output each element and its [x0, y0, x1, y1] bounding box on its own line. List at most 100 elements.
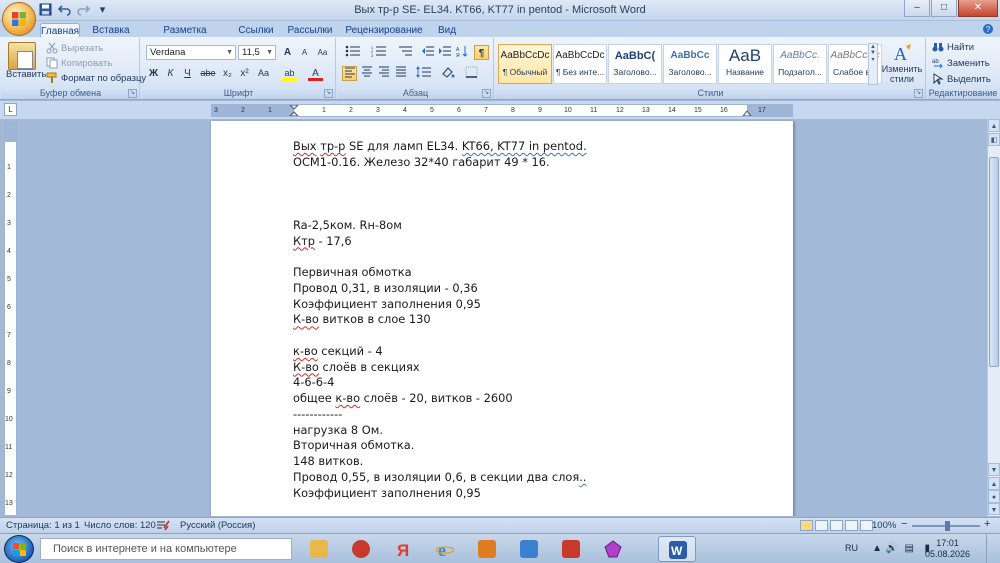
network-icon[interactable]: ▤	[905, 543, 914, 554]
strikethrough-button[interactable]: abe	[198, 66, 218, 81]
ruler-toggle-button[interactable]: ◧	[988, 133, 1000, 146]
show-desktop-button[interactable]	[986, 534, 1000, 563]
find-button[interactable]: Найти	[932, 41, 974, 53]
taskbar-search-input[interactable]: Поиск в интернете и на компьютере	[40, 538, 292, 560]
underline-button[interactable]: Ч	[180, 66, 195, 81]
close-button[interactable]: ✕	[958, 0, 998, 17]
cut-button[interactable]: Вырезать	[46, 42, 103, 54]
document-line[interactable]	[293, 501, 596, 516]
tab-mailings[interactable]: Рассылки	[282, 23, 338, 38]
justify-icon[interactable]	[393, 66, 408, 81]
style-subtitle[interactable]: AaBbCc. Подзагол...	[773, 44, 827, 84]
document-line[interactable]: нагрузка 8 Ом.	[293, 423, 596, 439]
decrease-indent-icon[interactable]	[420, 45, 435, 60]
document-line[interactable]: общее к-во слоёв - 20, витков - 2600	[293, 391, 596, 407]
zoom-slider-thumb[interactable]	[945, 521, 950, 531]
document-line[interactable]: К-во слоёв в секциях	[293, 360, 596, 376]
right-indent-marker-icon[interactable]	[742, 110, 752, 116]
styles-dialog-launcher[interactable]: ↘	[914, 89, 923, 98]
taskbar-app[interactable]	[342, 536, 380, 562]
vertical-ruler[interactable]: 1 2 3 4 5 6 7 8 9 10 11 12 13	[4, 121, 17, 516]
document-line[interactable]: К-во витков в слое 130	[293, 312, 596, 328]
taskbar-app[interactable]	[552, 536, 590, 562]
copy-button[interactable]: Копировать	[46, 57, 112, 69]
grow-font-button[interactable]: A	[280, 45, 295, 60]
paste-icon[interactable]	[8, 42, 36, 70]
align-left-icon[interactable]	[342, 66, 357, 81]
italic-button[interactable]: К	[163, 66, 178, 81]
tray-chevron-icon[interactable]: ▲	[872, 543, 882, 554]
taskbar-app[interactable]	[468, 536, 506, 562]
document-line[interactable]: 148 витков.	[293, 454, 596, 470]
style-no-spacing[interactable]: AaBbCcDc ¶ Без инте...	[553, 44, 607, 84]
help-icon[interactable]: ?	[982, 23, 994, 38]
clipboard-dialog-launcher[interactable]: ↘	[128, 89, 137, 98]
clear-format-button[interactable]: Aa	[315, 45, 330, 60]
tab-review[interactable]: Рецензирование	[342, 23, 426, 38]
document-line[interactable]: Коэффициент заполнения 0,95	[293, 297, 596, 313]
taskbar-app[interactable]: e	[426, 536, 464, 562]
tab-insert[interactable]: Вставка	[86, 23, 136, 38]
document-line[interactable]	[293, 186, 596, 202]
word-count[interactable]: Число слов: 120	[84, 520, 156, 531]
line-spacing-icon[interactable]	[414, 66, 434, 81]
vertical-scrollbar[interactable]: ▲ ◧ ▼ ▲ ● ▼	[987, 119, 1000, 516]
taskbar-app[interactable]: Я	[384, 536, 422, 562]
tab-selector[interactable]: L	[4, 103, 17, 116]
style-heading-1[interactable]: AaBbC( Заголово...	[608, 44, 662, 84]
font-name-combo[interactable]: Verdana ▼	[146, 45, 236, 60]
indent-marker-icon[interactable]	[289, 105, 299, 116]
font-dialog-launcher[interactable]: ↘	[324, 89, 333, 98]
language-indicator[interactable]: Русский (Россия)	[180, 520, 255, 531]
page-count[interactable]: Страница: 1 из 1	[6, 520, 80, 531]
show-marks-button[interactable]: ¶	[474, 45, 489, 60]
print-layout-view-button[interactable]	[800, 520, 813, 531]
increase-indent-icon[interactable]	[437, 45, 452, 60]
style-title[interactable]: AaB Название	[718, 44, 772, 84]
sort-icon[interactable]: AЯ	[455, 45, 470, 60]
style-normal[interactable]: AaBbCcDc ¶ Обычный	[498, 44, 552, 84]
zoom-out-button[interactable]: −	[901, 518, 907, 530]
scroll-up-arrow[interactable]: ▲	[988, 119, 1000, 132]
document-line[interactable]: Ra-2,5ком. Rн-8ом	[293, 218, 596, 234]
proofing-icon[interactable]	[156, 520, 170, 534]
document-line[interactable]: Коэффициент заполнения 0,95	[293, 486, 596, 502]
replace-button[interactable]: ab Заменить	[932, 57, 990, 69]
taskbar-app[interactable]	[510, 536, 548, 562]
change-case-button[interactable]: Aa	[256, 66, 271, 81]
outline-view-button[interactable]	[845, 520, 858, 531]
document-line[interactable]: Провод 0,31, в изоляции - 0,36	[293, 281, 596, 297]
document-line[interactable]	[293, 328, 596, 344]
taskbar-app-word[interactable]: W	[658, 536, 696, 562]
document-page[interactable]: Вых тр-р SE для ламп EL34. KT66, KT77 in…	[211, 121, 793, 516]
zoom-level[interactable]: 100%	[872, 520, 896, 531]
scroll-thumb[interactable]	[989, 157, 999, 367]
start-button[interactable]	[4, 535, 34, 563]
highlight-button[interactable]: ab	[282, 66, 297, 81]
bullets-icon[interactable]	[342, 45, 364, 60]
tab-view[interactable]: Вид	[432, 23, 462, 38]
document-body[interactable]: Вых тр-р SE для ламп EL34. KT66, KT77 in…	[293, 139, 596, 516]
paragraph-dialog-launcher[interactable]: ↘	[482, 89, 491, 98]
document-line[interactable]	[293, 249, 596, 265]
next-page-button[interactable]: ▼	[988, 503, 1000, 515]
document-line[interactable]: Провод 0,55, в изоляции 0,6, в секции дв…	[293, 470, 596, 486]
office-button[interactable]	[2, 2, 36, 36]
document-line[interactable]: ОСМ1-0.16. Железо 32*40 габарит 49 * 16.	[293, 155, 596, 171]
document-line[interactable]: к-во секций - 4	[293, 344, 596, 360]
numbering-icon[interactable]: 123	[368, 45, 390, 60]
bold-button[interactable]: Ж	[146, 66, 161, 81]
styles-gallery-scroll[interactable]: ▲ ▼ ▾	[868, 43, 878, 85]
document-line[interactable]: Первичная обмотка	[293, 265, 596, 281]
document-line[interactable]: 4-6-6-4	[293, 375, 596, 391]
document-line[interactable]: Ктр - 17,6	[293, 234, 596, 250]
select-button[interactable]: Выделить	[932, 73, 991, 85]
web-layout-view-button[interactable]	[830, 520, 843, 531]
align-center-icon[interactable]	[359, 66, 374, 81]
subscript-button[interactable]: x₂	[220, 66, 235, 81]
document-line[interactable]: Вых тр-р SE для ламп EL34. KT66, KT77 in…	[293, 139, 596, 155]
volume-icon[interactable]: 🔊	[886, 543, 898, 554]
tray-clock[interactable]: 17:01 05.08.2026	[925, 538, 970, 560]
document-line[interactable]	[293, 171, 596, 187]
scroll-down-arrow[interactable]: ▼	[988, 463, 1000, 476]
